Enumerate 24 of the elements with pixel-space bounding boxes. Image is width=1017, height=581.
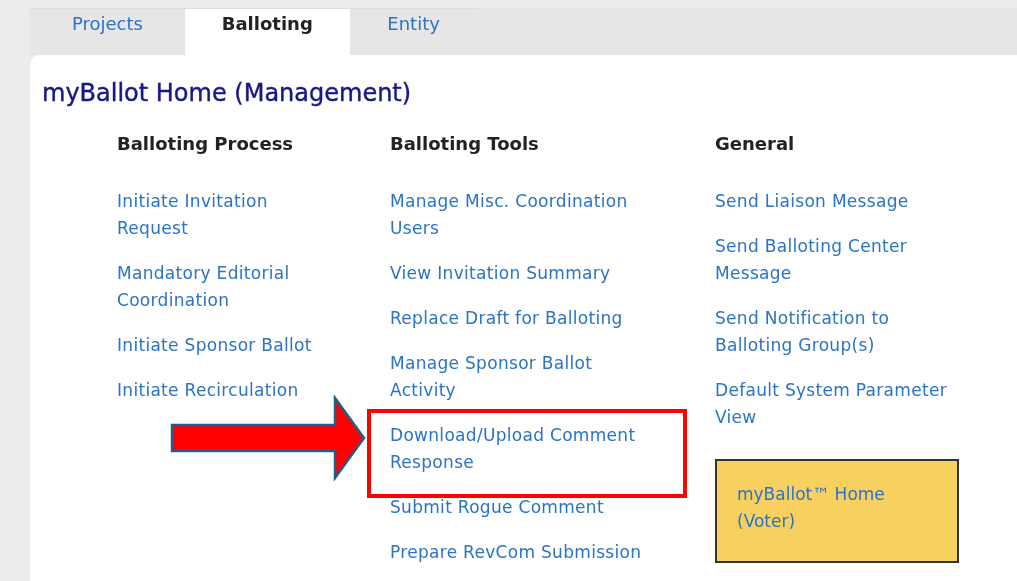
link[interactable]: Download/Upload Comment Response xyxy=(390,422,715,476)
arrow-icon xyxy=(170,395,366,481)
link[interactable]: Initiate Sponsor Ballot xyxy=(117,332,390,359)
link[interactable]: Send Liaison Message xyxy=(715,188,1005,215)
link[interactable]: Initiate Recirculation xyxy=(117,377,390,404)
link[interactable]: Manage Misc. Coordination Users xyxy=(390,188,715,242)
link[interactable]: Prepare RevCom Submission xyxy=(390,539,715,566)
link[interactable]: Default System Parameter View xyxy=(715,377,1005,431)
page-title: myBallot Home (Management) xyxy=(42,79,413,107)
link[interactable]: Replace Draft for Balloting xyxy=(390,305,715,332)
column-heading: Balloting Process xyxy=(117,133,295,154)
tab[interactable]: Projects xyxy=(30,8,185,55)
column-heading: General xyxy=(715,133,796,154)
voter-home-button[interactable]: myBallot™ Home (Voter) xyxy=(715,459,959,563)
link[interactable]: Manage Sponsor Ballot Activity xyxy=(390,350,715,404)
link[interactable]: Initiate Invitation Request xyxy=(117,188,390,242)
link[interactable]: Mandatory Editorial Coordination xyxy=(117,260,390,314)
link[interactable]: Submit Rogue Comment xyxy=(390,494,715,521)
link[interactable]: View Invitation Summary xyxy=(390,260,715,287)
link[interactable]: Send Notification to Balloting Group(s) xyxy=(715,305,1005,359)
tab[interactable]: Entity xyxy=(349,8,478,55)
tab[interactable]: Balloting xyxy=(184,8,350,55)
column-heading: Balloting Tools xyxy=(390,133,540,154)
link[interactable]: Send Balloting Center Message xyxy=(715,233,1005,287)
